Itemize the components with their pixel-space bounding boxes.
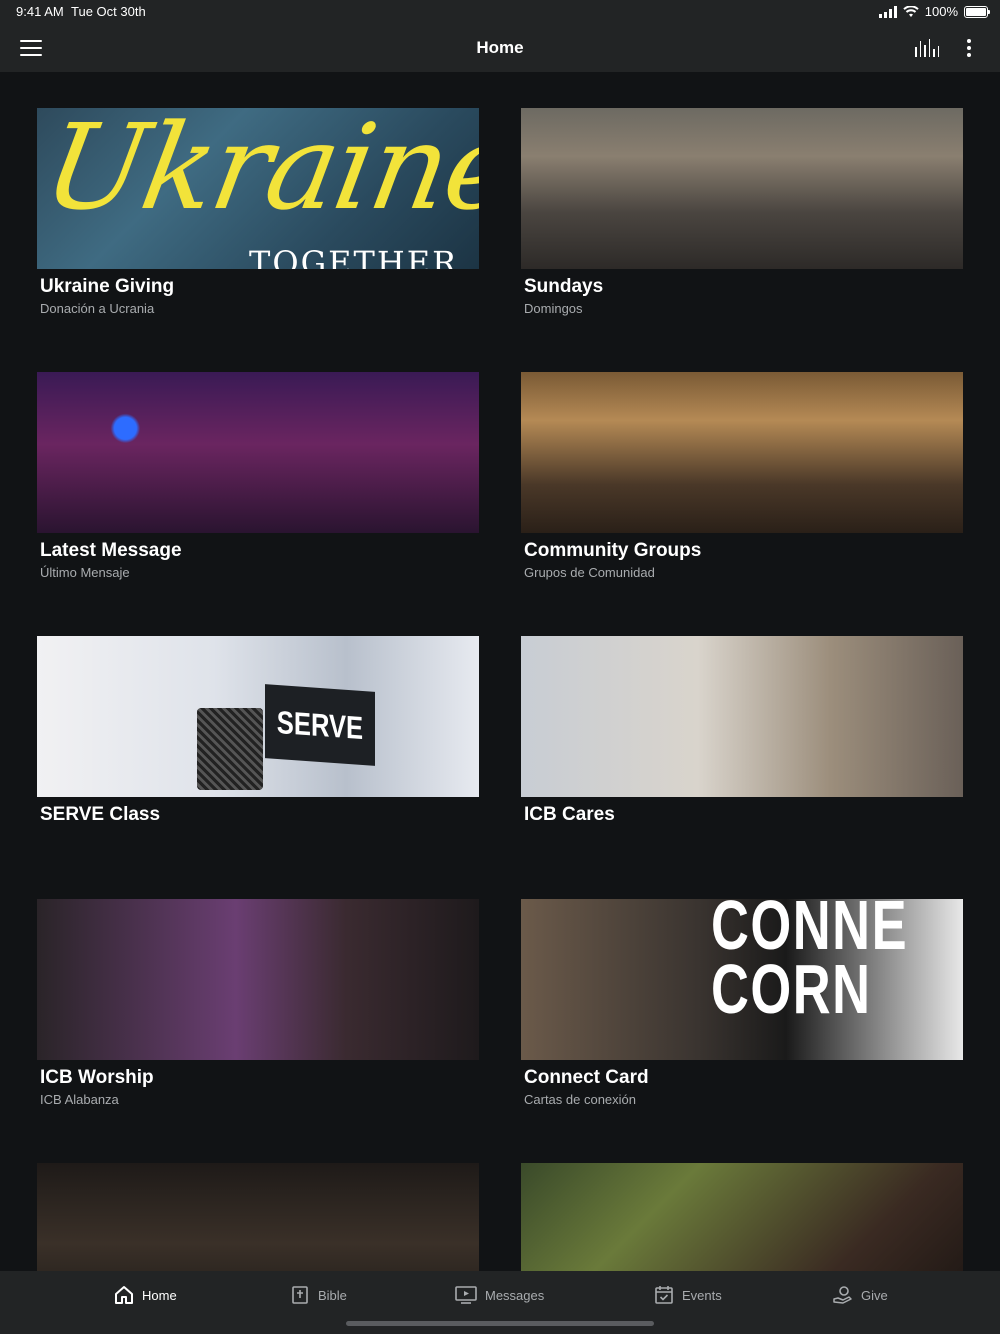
card-connect-card[interactable]: CONNE CORN Connect Card Cartas de conexió… <box>521 899 963 1107</box>
card-subtitle: Domingos <box>524 301 583 316</box>
events-icon <box>655 1286 673 1304</box>
status-bar: 9:41 AM Tue Oct 30th 100% <box>0 0 1000 24</box>
card-image <box>521 372 963 533</box>
serve-sign-text: SERVE <box>276 703 364 746</box>
card-title: Sundays <box>524 276 604 297</box>
give-icon <box>833 1286 852 1304</box>
tab-bar: Home Bible Messages Events Give <box>0 1271 1000 1334</box>
together-text: TOGETHER <box>249 244 459 269</box>
serve-sign-graphic: SERVE <box>265 684 375 766</box>
card-subtitle: ICB Alabanza <box>40 1092 119 1107</box>
status-indicators: 100% <box>878 4 990 19</box>
tab-messages[interactable]: Messages <box>455 1285 544 1305</box>
card-image <box>521 636 963 797</box>
card-subtitle: Último Mensaje <box>40 565 130 580</box>
tab-home[interactable]: Home <box>114 1285 177 1305</box>
card-image <box>521 108 963 269</box>
card-partial-prayer[interactable] <box>521 1163 963 1271</box>
audio-bars-icon[interactable] <box>915 39 939 57</box>
battery-percent: 100% <box>924 4 958 19</box>
ukraine-script-text: Ukraine <box>37 108 479 236</box>
pencil-cup-graphic <box>197 708 263 790</box>
card-title: Ukraine Giving <box>40 276 175 297</box>
status-time: 9:41 AM <box>16 4 64 19</box>
page-title: Home <box>476 38 524 57</box>
tab-label: Events <box>682 1287 722 1303</box>
tab-label: Give <box>861 1287 888 1303</box>
card-sundays[interactable]: Sundays Domingos <box>521 108 963 316</box>
wifi-icon <box>903 5 919 17</box>
card-image <box>37 372 479 533</box>
card-icb-cares[interactable]: ICB Cares <box>521 636 963 825</box>
tab-events[interactable]: Events <box>654 1285 722 1305</box>
card-image: SERVE <box>37 636 479 797</box>
bible-icon <box>292 1286 308 1304</box>
cellular-signal-icon <box>878 5 897 18</box>
card-community-groups[interactable]: Community Groups Grupos de Comunidad <box>521 372 963 580</box>
card-subtitle: Cartas de conexión <box>524 1092 637 1107</box>
card-image: Ukraine TOGETHER <box>37 108 479 269</box>
card-image <box>37 899 479 1060</box>
card-title: Community Groups <box>524 540 702 561</box>
card-title: Latest Message <box>40 540 182 561</box>
battery-icon <box>964 5 990 18</box>
tab-bible[interactable]: Bible <box>290 1285 347 1305</box>
messages-icon <box>455 1286 477 1304</box>
navigation-bar: Home <box>0 24 1000 72</box>
tab-give[interactable]: Give <box>833 1285 888 1305</box>
card-partial-person[interactable] <box>37 1163 479 1271</box>
card-latest-message[interactable]: Latest Message Último Mensaje <box>37 372 479 580</box>
card-title: ICB Worship <box>40 1067 154 1088</box>
card-image: CONNE CORN <box>521 899 963 1060</box>
card-subtitle: Grupos de Comunidad <box>524 565 655 580</box>
status-date: Tue Oct 30th <box>71 4 146 19</box>
card-title: Connect Card <box>524 1067 649 1088</box>
home-icon <box>115 1286 133 1304</box>
home-grid: Ukraine TOGETHER Ukraine Giving Donación… <box>0 72 1000 1271</box>
card-title: SERVE Class <box>40 804 161 825</box>
card-subtitle: Donación a Ucrania <box>40 301 155 316</box>
card-title: ICB Cares <box>524 804 615 825</box>
connect-corner-text: CONNE CORN <box>711 899 909 1028</box>
card-serve-class[interactable]: SERVE SERVE Class <box>37 636 479 825</box>
tab-label: Messages <box>485 1287 545 1303</box>
home-indicator[interactable] <box>346 1321 654 1326</box>
tab-label: Home <box>142 1287 177 1303</box>
card-icb-worship[interactable]: ICB Worship ICB Alabanza <box>37 899 479 1107</box>
more-options-icon[interactable] <box>962 37 976 59</box>
card-image <box>37 1163 479 1271</box>
card-ukraine-giving[interactable]: Ukraine TOGETHER Ukraine Giving Donación… <box>37 108 479 316</box>
tab-label: Bible <box>318 1287 347 1303</box>
card-image <box>521 1163 963 1271</box>
